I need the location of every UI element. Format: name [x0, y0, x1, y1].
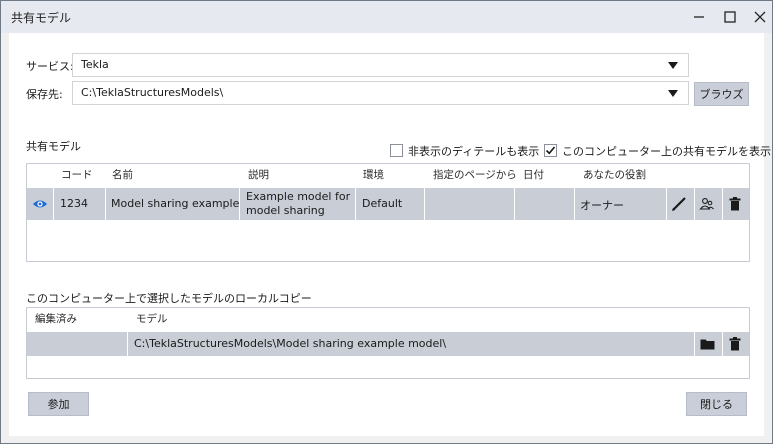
- show-hidden-checkbox[interactable]: [390, 144, 403, 157]
- cell-divider: [514, 188, 515, 220]
- eye-icon[interactable]: [32, 198, 48, 210]
- service-value: Tekla: [81, 58, 109, 71]
- local-copies-table: 編集済み モデル C:\TeklaStructuresModels\Model …: [26, 307, 750, 379]
- service-dropdown[interactable]: Tekla: [72, 53, 689, 77]
- maximize-button[interactable]: [714, 1, 746, 33]
- cell-divider: [105, 188, 106, 220]
- cell-divider: [127, 332, 128, 356]
- column-header-edited[interactable]: 編集済み: [35, 308, 77, 330]
- row-code: 1234: [60, 197, 88, 210]
- column-header-from-page[interactable]: 指定のページから: [433, 164, 517, 186]
- trash-icon[interactable]: [729, 337, 741, 351]
- column-header-name[interactable]: 名前: [112, 164, 133, 186]
- column-header-environment[interactable]: 環境: [363, 164, 384, 186]
- column-header-model[interactable]: モデル: [136, 308, 168, 330]
- cell-divider: [355, 188, 356, 220]
- row-environment: Default: [362, 197, 403, 210]
- checkmark-icon: [545, 146, 556, 155]
- show-hidden-label: 非表示のディテールも表示: [408, 145, 540, 158]
- table-row[interactable]: 1234 Model sharing example Example model…: [27, 188, 749, 220]
- pencil-edit-icon[interactable]: [671, 196, 687, 212]
- cell-divider: [722, 188, 723, 220]
- save-location-label: 保存先:: [26, 88, 63, 101]
- cell-divider: [53, 188, 54, 220]
- cell-divider: [694, 188, 695, 220]
- row-description: Example model for model sharing: [246, 190, 351, 217]
- row-model-path: C:\TeklaStructuresModels\Model sharing e…: [134, 337, 447, 350]
- table-row[interactable]: C:\TeklaStructuresModels\Model sharing e…: [27, 332, 749, 356]
- folder-icon[interactable]: [700, 338, 715, 350]
- cell-divider: [239, 188, 240, 220]
- trash-icon[interactable]: [729, 197, 741, 211]
- cell-divider: [574, 188, 575, 220]
- local-copies-section-label: このコンピューター上で選択したモデルのローカルコピー: [26, 292, 312, 305]
- chevron-down-icon: [668, 62, 678, 69]
- close-icon: [754, 11, 766, 23]
- close-button[interactable]: [744, 1, 773, 33]
- save-location-value: C:\TeklaStructuresModels\: [81, 86, 224, 99]
- minimize-button[interactable]: [683, 1, 715, 33]
- save-location-dropdown[interactable]: C:\TeklaStructuresModels\: [72, 81, 689, 105]
- column-header-date[interactable]: 日付: [523, 164, 544, 186]
- column-header-code[interactable]: コード: [61, 164, 93, 186]
- cell-divider: [722, 332, 723, 356]
- title-bar: 共有モデル: [1, 1, 772, 33]
- share-users-icon[interactable]: [699, 197, 715, 211]
- join-button[interactable]: 参加: [28, 392, 89, 416]
- cell-divider: [666, 188, 667, 220]
- chevron-down-icon: [668, 90, 678, 97]
- dialog-content: サービス: Tekla 保存先: C:\TeklaStructuresModel…: [9, 33, 771, 436]
- shared-models-section-label: 共有モデル: [26, 140, 81, 153]
- row-role: オーナー: [580, 199, 624, 212]
- minimize-icon: [694, 16, 704, 18]
- row-name: Model sharing example: [111, 197, 240, 210]
- column-header-role[interactable]: あなたの役割: [583, 164, 646, 186]
- column-header-description[interactable]: 説明: [248, 164, 269, 186]
- show-local-checkbox[interactable]: [544, 144, 557, 157]
- cell-divider: [694, 332, 695, 356]
- shared-models-window: 共有モデル サービス: Tekla 保存先: C:\TeklaStructure…: [0, 0, 773, 444]
- window-title: 共有モデル: [11, 11, 72, 25]
- shared-models-table: コード 名前 説明 環境 指定のページから 日付 あなたの役割 1234 Mod…: [26, 163, 750, 262]
- show-local-label: このコンピューター上の共有モデルを表示: [562, 145, 771, 158]
- maximize-icon: [724, 11, 736, 23]
- close-dialog-button[interactable]: 閉じる: [686, 392, 747, 416]
- service-label: サービス:: [26, 60, 74, 73]
- cell-divider: [424, 188, 425, 220]
- browse-button[interactable]: ブラウズ: [694, 82, 749, 106]
